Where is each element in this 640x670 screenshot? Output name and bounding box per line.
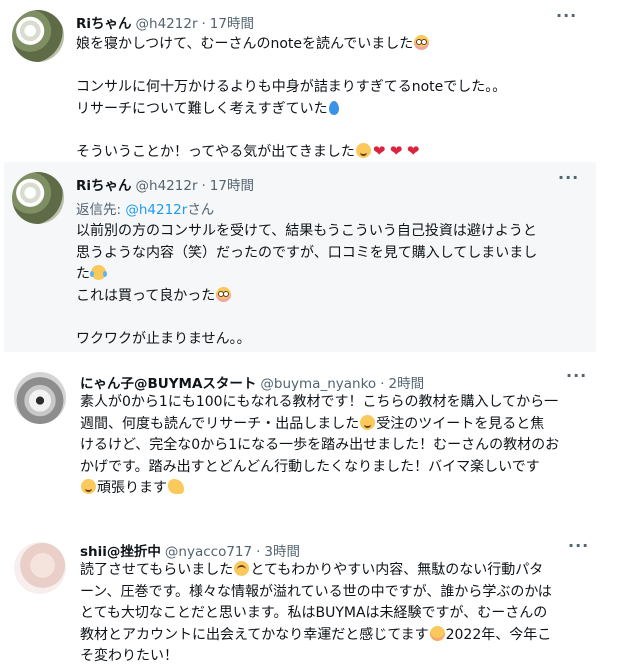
tweet-line: とても大切なことだと思います。私はBUYMAは未経験ですが、むーさんの: [80, 605, 548, 621]
tweet-line-text: とてもわかりやすい内容、無駄のない行動パタ: [250, 562, 544, 578]
tweet-line: 教材とアカウントに出会えてかなり幸運だと感じてます 2022年、今年こ: [80, 625, 570, 647]
droplet-emoji-icon: [328, 100, 339, 115]
red-heart-emoji-icon: [373, 141, 388, 163]
tweet-item[interactable]: Riちゃん @h4212r · 17時間 ··· 娘を寝かしつけて、むーさんのn…: [0, 0, 640, 163]
tweet-line: コンサルに何十万かけるよりも中身が詰まりすぎてるnoteでした。。: [76, 79, 507, 95]
tweet-line: 思うような内容（笑）だったのですが、口コミを見て購入してしまいまし: [76, 244, 538, 261]
tweet-header: にゃん子@BUYMAスタート @buyma_nyanko · 2時間: [80, 372, 424, 392]
tweet-line: 娘を寝かしつけて、むーさんのnoteを読んでいました: [76, 34, 586, 56]
separator-dot: ·: [256, 544, 261, 560]
tweet-line: 週間、何度も読んでリサーチ・出品しました 受注のツイートを見ると焦: [80, 414, 575, 436]
tweet-text: 娘を寝かしつけて、むーさんのnoteを読んでいました コンサルに何十万かけるより…: [76, 34, 586, 163]
tweet-header: shii@挫折中 @nyacco717 · 3時間: [80, 540, 300, 560]
tweet-line: ワクワクが止まりません。。: [76, 330, 251, 347]
reply-suffix: さん: [187, 202, 215, 218]
tweet-line: リサーチについて難しく考えすぎていた: [76, 99, 586, 121]
persevering-face-emoji-icon: [429, 625, 445, 641]
flushed-face-emoji-icon: [414, 35, 430, 50]
avatar[interactable]: [14, 542, 66, 594]
display-name[interactable]: Riちゃん: [76, 12, 132, 32]
user-handle[interactable]: @nyacco717: [165, 544, 252, 560]
tweet-line-text: これは買って良かった: [76, 287, 216, 304]
tweet-item[interactable]: にゃん子@BUYMAスタート @buyma_nyanko · 2時間 ··· 素…: [0, 360, 640, 510]
tweet-line-text: 週間、何度も読んでリサーチ・出品しました: [80, 415, 360, 432]
display-name[interactable]: にゃん子@BUYMAスタート: [80, 372, 256, 392]
more-options-icon[interactable]: ···: [556, 6, 577, 25]
timestamp[interactable]: 2時間: [388, 372, 424, 392]
tears-of-joy-emoji-icon: [90, 265, 107, 280]
display-name[interactable]: shii@挫折中: [80, 540, 161, 560]
tweet-line: これは買って良かった: [76, 286, 581, 308]
avatar[interactable]: [12, 172, 64, 224]
avatar[interactable]: [12, 10, 64, 62]
tweet-line: 頑張ります: [80, 478, 575, 500]
tweet-item[interactable]: shii@挫折中 @nyacco717 · 3時間 ··· 読了させてもらいまし…: [0, 530, 640, 670]
user-handle[interactable]: @h4212r: [136, 178, 198, 194]
tweet-line: 読了させてもらいました とてもわかりやすい内容、無駄のない行動パタ: [80, 560, 570, 582]
timestamp[interactable]: 17時間: [210, 174, 254, 194]
tweet-header: Riちゃん @h4212r · 17時間: [76, 12, 254, 32]
tweet-line-text: 読了させてもらいました: [80, 562, 234, 578]
more-options-icon[interactable]: ···: [566, 366, 587, 385]
tweet-text: 素人が0から1にも100にもなれる教材です！こちらの教材を購入してから一 週間、…: [80, 392, 575, 500]
tweet-line: かげです。踏み出すとどんどん行動したくなりました！バイマ楽しいです: [80, 458, 540, 475]
timestamp[interactable]: 3時間: [264, 540, 300, 560]
tweet-line: そういうことか！ってやる気が出てきました: [76, 141, 586, 164]
tweet-line-text: 2022年、今年こ: [445, 626, 552, 643]
tweet-line: ーン、圧巻です。様々な情報が溢れている世の中ですが、誰から学ぶのかは: [80, 583, 552, 600]
display-name[interactable]: Riちゃん: [76, 174, 132, 194]
smiling-face-emoji-icon: [81, 479, 96, 494]
timestamp[interactable]: 17時間: [210, 12, 254, 32]
tweet-line-text: そういうことか！ってやる気が出てきました: [76, 143, 355, 160]
smiling-face-emoji-icon: [360, 414, 376, 430]
tweet-text: 以前別の方のコンサルを受けて、結果もうこういう自己投資は避けようと 思うような内…: [76, 221, 581, 350]
tweet-line: そ変わりたい！: [80, 648, 178, 664]
more-options-icon[interactable]: ···: [558, 168, 579, 187]
tweet-line-text: 娘を寝かしつけて、むーさんのnoteを読んでいました: [76, 36, 414, 52]
tweet-text: 読了させてもらいました とてもわかりやすい内容、無駄のない行動パタ ーン、圧巻です…: [80, 560, 570, 668]
tweet-line-text: 頑張ります: [97, 480, 167, 496]
more-options-icon[interactable]: ···: [568, 536, 589, 555]
tweet-line: 素人が0から1にも100にもなれる教材です！こちらの教材を購入してから一: [80, 394, 559, 410]
tweet-header: Riちゃん @h4212r · 17時間: [76, 174, 254, 194]
reply-to-link[interactable]: @h4212r: [125, 202, 187, 218]
avatar[interactable]: [14, 372, 66, 424]
separator-dot: ·: [380, 376, 385, 392]
tweet-line-text: 受注のツイートを見ると焦: [376, 415, 545, 432]
user-handle[interactable]: @h4212r: [136, 16, 198, 32]
tweet-line-text: た: [76, 266, 90, 282]
tweet-line: た: [76, 264, 581, 286]
flushed-face-emoji-icon: [216, 286, 232, 302]
flexed-biceps-emoji-icon: [168, 479, 184, 494]
red-heart-emoji-icon: [407, 141, 422, 163]
tweet-item-reply[interactable]: Riちゃん @h4212r · 17時間 ··· 返信先: @h4212rさん …: [4, 162, 596, 352]
tweet-line: 以前別の方のコンサルを受けて、結果もうこういう自己投資は避けようと: [76, 223, 537, 239]
user-handle[interactable]: @buyma_nyanko: [260, 376, 376, 392]
smiling-face-emoji-icon: [355, 142, 371, 158]
separator-dot: ·: [201, 178, 206, 194]
reply-context: 返信先: @h4212rさん: [76, 198, 214, 218]
relieved-face-emoji-icon: [234, 561, 250, 576]
tweet-line-text: 教材とアカウントに出会えてかなり幸運だと感じてます: [80, 626, 429, 643]
tweet-line: けるけど、完全な0から1になる一歩を踏み出せました！むーさんの教材のお: [80, 437, 560, 453]
reply-prefix: 返信先:: [76, 202, 126, 218]
tweet-line-text: リサーチについて難しく考えすぎていた: [76, 100, 328, 117]
separator-dot: ·: [201, 16, 206, 32]
red-heart-emoji-icon: [390, 141, 405, 163]
